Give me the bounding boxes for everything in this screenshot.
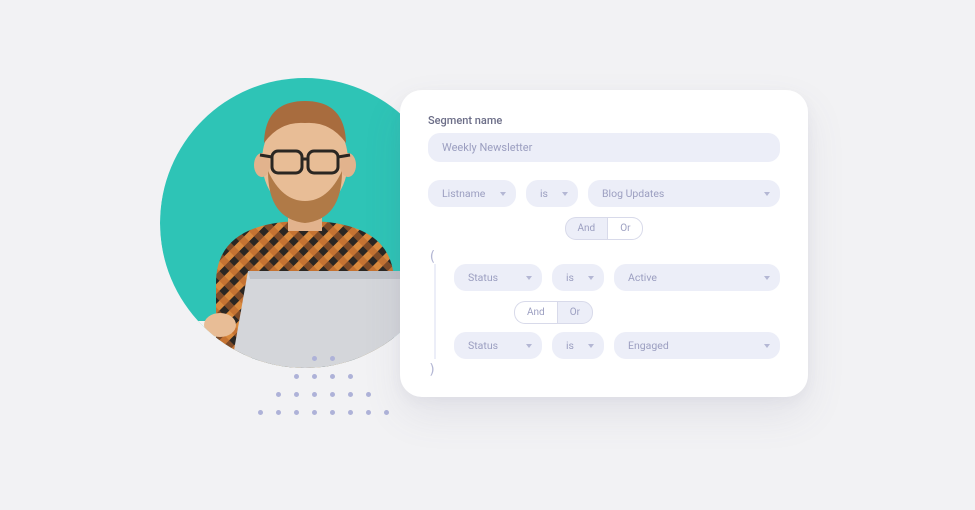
logic-toggle-1: And Or	[428, 217, 780, 240]
group-close-brace: )	[428, 363, 780, 377]
rule3-field-select[interactable]: Status	[454, 332, 542, 359]
rule2-field-select[interactable]: Status	[454, 264, 542, 291]
chevron-down-icon	[588, 276, 594, 280]
rule1-op-select[interactable]: is	[526, 180, 578, 207]
logic1-or-button[interactable]: Or	[607, 217, 643, 240]
logic2-or-button[interactable]: Or	[557, 301, 593, 324]
rule1-value-text: Blog Updates	[602, 187, 664, 200]
rule1-field-select[interactable]: Listname	[428, 180, 516, 207]
rule3-op-text: is	[566, 339, 574, 352]
chevron-down-icon	[764, 276, 770, 280]
rule2-op-select[interactable]: is	[552, 264, 604, 291]
rule-row-2: Status is Active	[454, 264, 780, 291]
rule2-value-select[interactable]: Active	[614, 264, 780, 291]
rule-group: ( Status is Active	[428, 250, 780, 377]
rule1-value-select[interactable]: Blog Updates	[588, 180, 780, 207]
rule2-value-text: Active	[628, 271, 657, 284]
chevron-down-icon	[562, 192, 568, 196]
rule1-field-text: Listname	[442, 187, 485, 200]
rule3-value-select[interactable]: Engaged	[614, 332, 780, 359]
logic2-and-button[interactable]: And	[514, 301, 557, 324]
logic-toggle-2: And Or	[454, 301, 780, 324]
segment-name-input[interactable]: Weekly Newsletter	[428, 133, 780, 162]
segment-builder-card: Segment name Weekly Newsletter Listname …	[400, 90, 808, 397]
chevron-down-icon	[764, 192, 770, 196]
rule1-op-text: is	[540, 187, 548, 200]
chevron-down-icon	[526, 344, 532, 348]
rule-row-1: Listname is Blog Updates	[428, 180, 780, 207]
decorative-dots	[258, 356, 392, 418]
rule2-field-text: Status	[468, 271, 498, 284]
chevron-down-icon	[764, 344, 770, 348]
group-open-brace: (	[428, 250, 780, 264]
rule3-value-text: Engaged	[628, 339, 669, 352]
chevron-down-icon	[526, 276, 532, 280]
rule-row-3: Status is Engaged	[454, 332, 780, 359]
logic1-and-button[interactable]: And	[565, 217, 608, 240]
rule3-op-select[interactable]: is	[552, 332, 604, 359]
chevron-down-icon	[588, 344, 594, 348]
rule2-op-text: is	[566, 271, 574, 284]
chevron-down-icon	[500, 192, 506, 196]
segment-name-label: Segment name	[428, 114, 780, 127]
rule3-field-text: Status	[468, 339, 498, 352]
